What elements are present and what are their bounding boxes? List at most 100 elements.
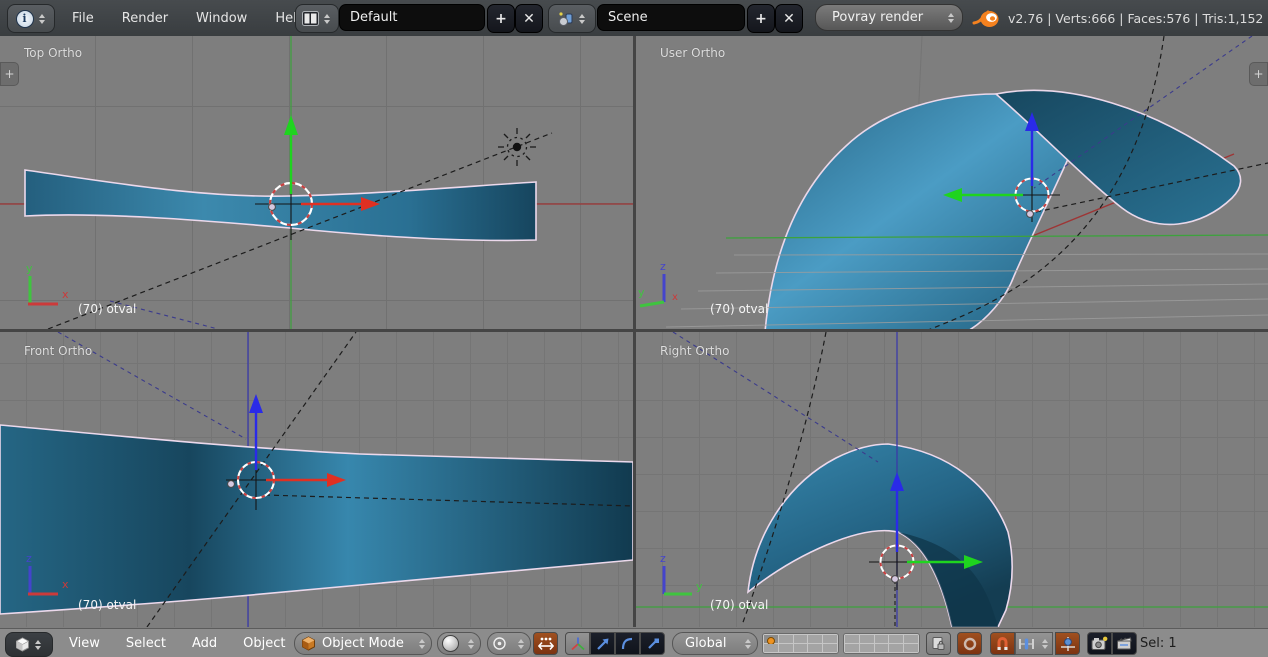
active-object-label: (70) otval: [710, 598, 768, 612]
layer-cell[interactable]: [845, 635, 859, 643]
svg-text:x: x: [62, 578, 69, 591]
pivot-point-dropdown[interactable]: [487, 632, 531, 655]
scene-name-field[interactable]: Scene: [597, 4, 745, 31]
svg-text:y: y: [638, 286, 645, 299]
svg-text:x: x: [672, 292, 678, 303]
spinner-arrows-icon: [37, 14, 47, 24]
viewport-label: Right Ortho: [660, 344, 729, 358]
viewport-front-canvas: z x: [0, 332, 633, 627]
layer-cell[interactable]: [823, 644, 837, 652]
axis-tripod-icon: [570, 636, 586, 652]
mode-dropdown[interactable]: Object Mode: [294, 632, 432, 655]
layer-cell[interactable]: [860, 644, 874, 652]
viewport-divider-horizontal[interactable]: [0, 329, 1268, 332]
lock-to-scene-toggle[interactable]: [926, 632, 951, 655]
render-engine-dropdown[interactable]: Povray render: [815, 4, 963, 31]
viewport-top[interactable]: y x Top Ortho (70) otval +: [0, 36, 633, 329]
spinner-arrows-icon: [1040, 639, 1050, 649]
shading-solid-icon: [442, 635, 459, 652]
layer-cell[interactable]: [823, 635, 837, 643]
menu-add[interactable]: Add: [179, 636, 230, 651]
proportional-edit-toggle[interactable]: [957, 632, 982, 655]
translate-manipulator-button[interactable]: [590, 632, 615, 655]
opengl-animation-button[interactable]: [1112, 632, 1137, 655]
menu-render[interactable]: Render: [108, 11, 182, 26]
menu-file[interactable]: File: [58, 11, 108, 26]
spinner-arrows-icon: [516, 639, 526, 649]
viewport-right[interactable]: z y Right Ortho (70) otval: [636, 332, 1268, 627]
viewport-right-canvas: z y: [636, 332, 1268, 627]
info-icon: i: [16, 10, 34, 28]
snap-toggle[interactable]: [990, 632, 1015, 655]
add-scene-button[interactable]: +: [747, 4, 775, 33]
viewport-shading-dropdown[interactable]: [437, 632, 481, 655]
transform-orientation-dropdown[interactable]: Global: [672, 632, 758, 655]
add-layout-button[interactable]: +: [487, 4, 515, 33]
opengl-render-button[interactable]: [1087, 632, 1112, 655]
orientation-value: Global: [685, 636, 726, 651]
viewport-front[interactable]: z x Front Ortho (70) otval: [0, 332, 633, 627]
layer-cell[interactable]: [764, 635, 778, 643]
layer-cell[interactable]: [875, 635, 889, 643]
layer-cell[interactable]: [904, 644, 918, 652]
lamp-object[interactable]: [498, 128, 536, 166]
layer-cell[interactable]: [764, 644, 778, 652]
spinner-arrows-icon: [417, 639, 427, 649]
selection-status: Sel: 1: [1140, 629, 1177, 657]
editor-type-selector[interactable]: [5, 632, 53, 657]
menu-select[interactable]: Select: [113, 636, 179, 651]
expand-region-button[interactable]: +: [1249, 62, 1268, 86]
spinner-arrows-icon: [743, 639, 753, 649]
layer-cell[interactable]: [860, 635, 874, 643]
blender-window: i File Render Window Help Default + ✕: [0, 0, 1268, 657]
layout-name-field[interactable]: Default: [339, 4, 485, 31]
screen-layout-selector[interactable]: [295, 4, 339, 33]
layer-cell[interactable]: [904, 635, 918, 643]
layer-cell[interactable]: [779, 635, 793, 643]
menu-object[interactable]: Object: [230, 636, 298, 651]
viewport-label: Top Ortho: [24, 46, 82, 60]
delete-scene-button[interactable]: ✕: [775, 4, 803, 33]
pivot-median-icon: [492, 636, 507, 651]
object-mode-cube-icon: [301, 636, 316, 651]
rotate-manipulator-button[interactable]: [615, 632, 640, 655]
snap-target-button[interactable]: [1055, 632, 1080, 655]
layer-cell[interactable]: [889, 644, 903, 652]
layer-cell[interactable]: [808, 635, 822, 643]
spinner-arrows-icon: [466, 639, 476, 649]
layer-cell[interactable]: [794, 644, 808, 652]
expand-region-button[interactable]: +: [0, 62, 19, 86]
layer-cell[interactable]: [875, 644, 889, 652]
viewport-user[interactable]: z y x User Ortho (70) otval +: [636, 36, 1268, 329]
viewport-label: Front Ortho: [24, 344, 92, 358]
rotate-icon: [620, 636, 636, 652]
layer-cell[interactable]: [808, 644, 822, 652]
editor-type-selector[interactable]: i: [7, 4, 55, 33]
active-object-label: (70) otval: [78, 302, 136, 316]
camera-render-icon: [1091, 636, 1108, 651]
svg-text:z: z: [660, 552, 666, 565]
layer-cell[interactable]: [845, 644, 859, 652]
layer-cell[interactable]: [889, 635, 903, 643]
layer-cell[interactable]: [794, 635, 808, 643]
manipulate-center-points-toggle[interactable]: [533, 632, 558, 655]
translate-icon: [595, 636, 611, 652]
scale-icon: [645, 636, 661, 652]
mesh-object[interactable]: [25, 170, 536, 240]
svg-text:x: x: [62, 288, 69, 301]
mesh-object[interactable]: [0, 425, 633, 614]
info-header: i File Render Window Help Default + ✕: [0, 0, 1268, 37]
snap-element-dropdown[interactable]: [1015, 632, 1053, 655]
mini-axis-widget: z y: [660, 552, 703, 594]
scale-manipulator-button[interactable]: [640, 632, 665, 655]
proportional-edit-icon: [962, 636, 978, 652]
render-engine-value: Povray render: [832, 10, 923, 25]
delete-layout-button[interactable]: ✕: [515, 4, 543, 33]
scene-selector[interactable]: [548, 4, 596, 33]
menu-view[interactable]: View: [56, 636, 113, 651]
viewport-label: User Ortho: [660, 46, 725, 60]
manipulator-toggle-button[interactable]: [565, 632, 590, 655]
layer-cell[interactable]: [779, 644, 793, 652]
snap-increment-icon: [1018, 637, 1035, 651]
menu-window[interactable]: Window: [182, 11, 261, 26]
